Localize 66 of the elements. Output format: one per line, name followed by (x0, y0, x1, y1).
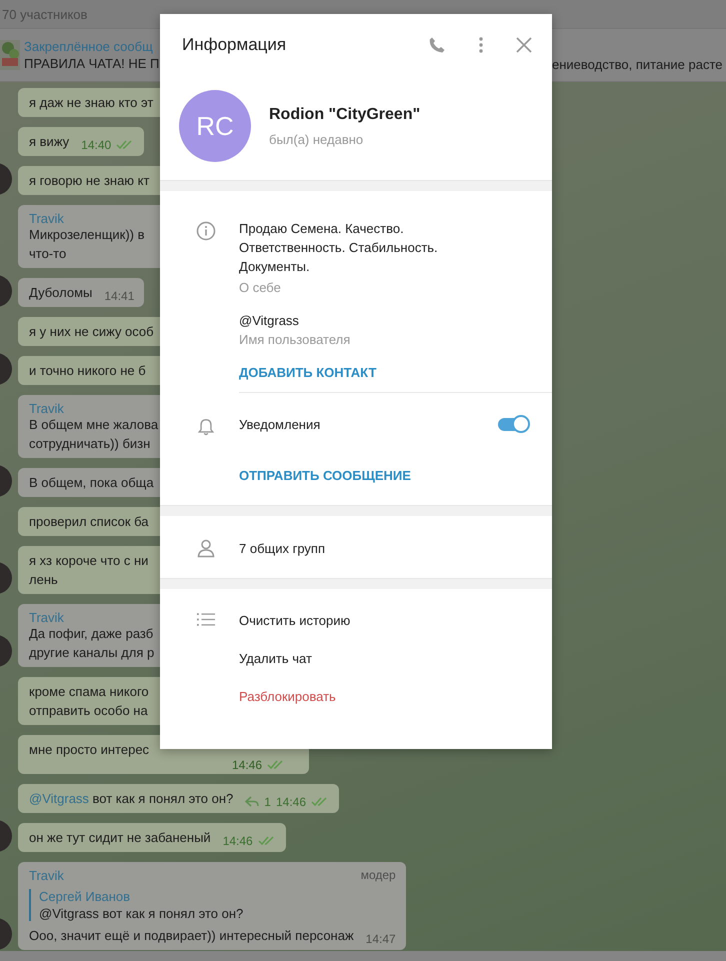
info-icon (196, 221, 216, 241)
message-time: 14:41 (104, 289, 134, 303)
message-text: я говорю не знаю кт (29, 172, 150, 189)
last-seen-status: был(а) недавно (269, 132, 364, 146)
list-icon (196, 613, 214, 626)
bell-icon (196, 417, 214, 437)
message-time: 14:40 (81, 138, 112, 152)
message-time: 14:47 (366, 932, 396, 946)
username-caption: Имя пользователя (239, 332, 352, 347)
phone-icon[interactable] (428, 36, 446, 54)
message-text: он же тут сидит не забаненый (29, 829, 211, 846)
message-text: другие каналы для р (29, 644, 154, 661)
profile-name: Rodion "CityGreen" (269, 106, 420, 124)
message-time: 14:46 (276, 795, 306, 809)
username: @Vitgrass (239, 313, 300, 328)
message-text: кроме спама никого (29, 683, 149, 700)
pinned-text: ПРАВИЛА ЧАТА! НЕ П (24, 56, 160, 71)
more-icon[interactable] (479, 37, 483, 53)
author-name[interactable]: Travik (29, 401, 64, 416)
notifications-toggle[interactable] (498, 418, 528, 431)
message-text: Дуболомы (29, 284, 92, 301)
author-name[interactable]: Travik (29, 610, 64, 625)
message-text: что-то (29, 245, 68, 262)
common-groups-item[interactable]: 7 общих групп (239, 540, 325, 556)
dialog-title: Информация (182, 35, 286, 55)
notifications-label: Уведомления (239, 417, 320, 432)
send-message-button[interactable]: ОТПРАВИТЬ СООБЩЕНИЕ (239, 468, 411, 483)
message-input-bar[interactable] (0, 951, 726, 961)
action-item[interactable]: Очистить историю (239, 613, 530, 628)
author-name[interactable]: Travik (29, 211, 64, 226)
message-text: @Vitgrass вот как я понял это он? (29, 790, 234, 807)
action-item[interactable]: Разблокировать (239, 689, 530, 704)
person-icon (196, 538, 216, 558)
message-text: я вижу (29, 133, 70, 150)
message-text: В общем мне жалова (29, 416, 158, 433)
bio-caption: О себе (239, 280, 282, 295)
close-icon[interactable] (516, 37, 532, 53)
message-time: 14:46 (232, 758, 262, 772)
reply-count: 1 (264, 795, 271, 809)
message-text: В общем, пока обща (29, 474, 154, 491)
action-item[interactable]: Удалить чат (239, 651, 530, 666)
mention-link[interactable]: @Vitgrass (29, 791, 89, 806)
quote-text: @Vitgrass вот как я понял это он? (39, 906, 244, 921)
message-text: проверил список ба (29, 513, 149, 530)
message-text: отправить особо на (29, 702, 149, 719)
avatar-initials: RC (196, 110, 234, 142)
message-text: Микрозеленщик)) в (29, 226, 145, 243)
author-name[interactable]: Travik (29, 868, 64, 883)
pinned-label: Закреплённое сообщ (24, 39, 154, 54)
message-text: сотрудничать)) бизн (29, 435, 152, 452)
message-text: я у них не сижу особ (29, 323, 154, 340)
message-text: и точно никого не б (29, 362, 146, 379)
role-label: модер (360, 868, 396, 883)
pinned-text: ениеводство, питание расте (552, 56, 724, 72)
reply-quote[interactable]: Сергей Иванов @Vitgrass вот как я понял это он? (29, 889, 396, 921)
message-time: 14:46 (222, 834, 253, 848)
add-contact-button[interactable]: ДОБАВИТЬ КОНТАКТ (239, 365, 376, 380)
message-text: мне просто интерес (29, 741, 150, 758)
message-text: лень (29, 571, 59, 588)
message-text: я даж не знаю кто эт (29, 94, 154, 111)
reply-arrow-icon (245, 796, 260, 808)
message-text: Да пофиг, даже разб (29, 625, 154, 642)
message-text: Ооо, значит ещё и подвирает)) интересный персонаж (29, 927, 354, 944)
bio-text: Продаю Семена. Качество. Ответственность. Стабильность. Документы. (239, 220, 439, 276)
quote-author: Сергей Иванов (39, 889, 132, 904)
message-text: я хз короче что с ни (29, 552, 148, 569)
